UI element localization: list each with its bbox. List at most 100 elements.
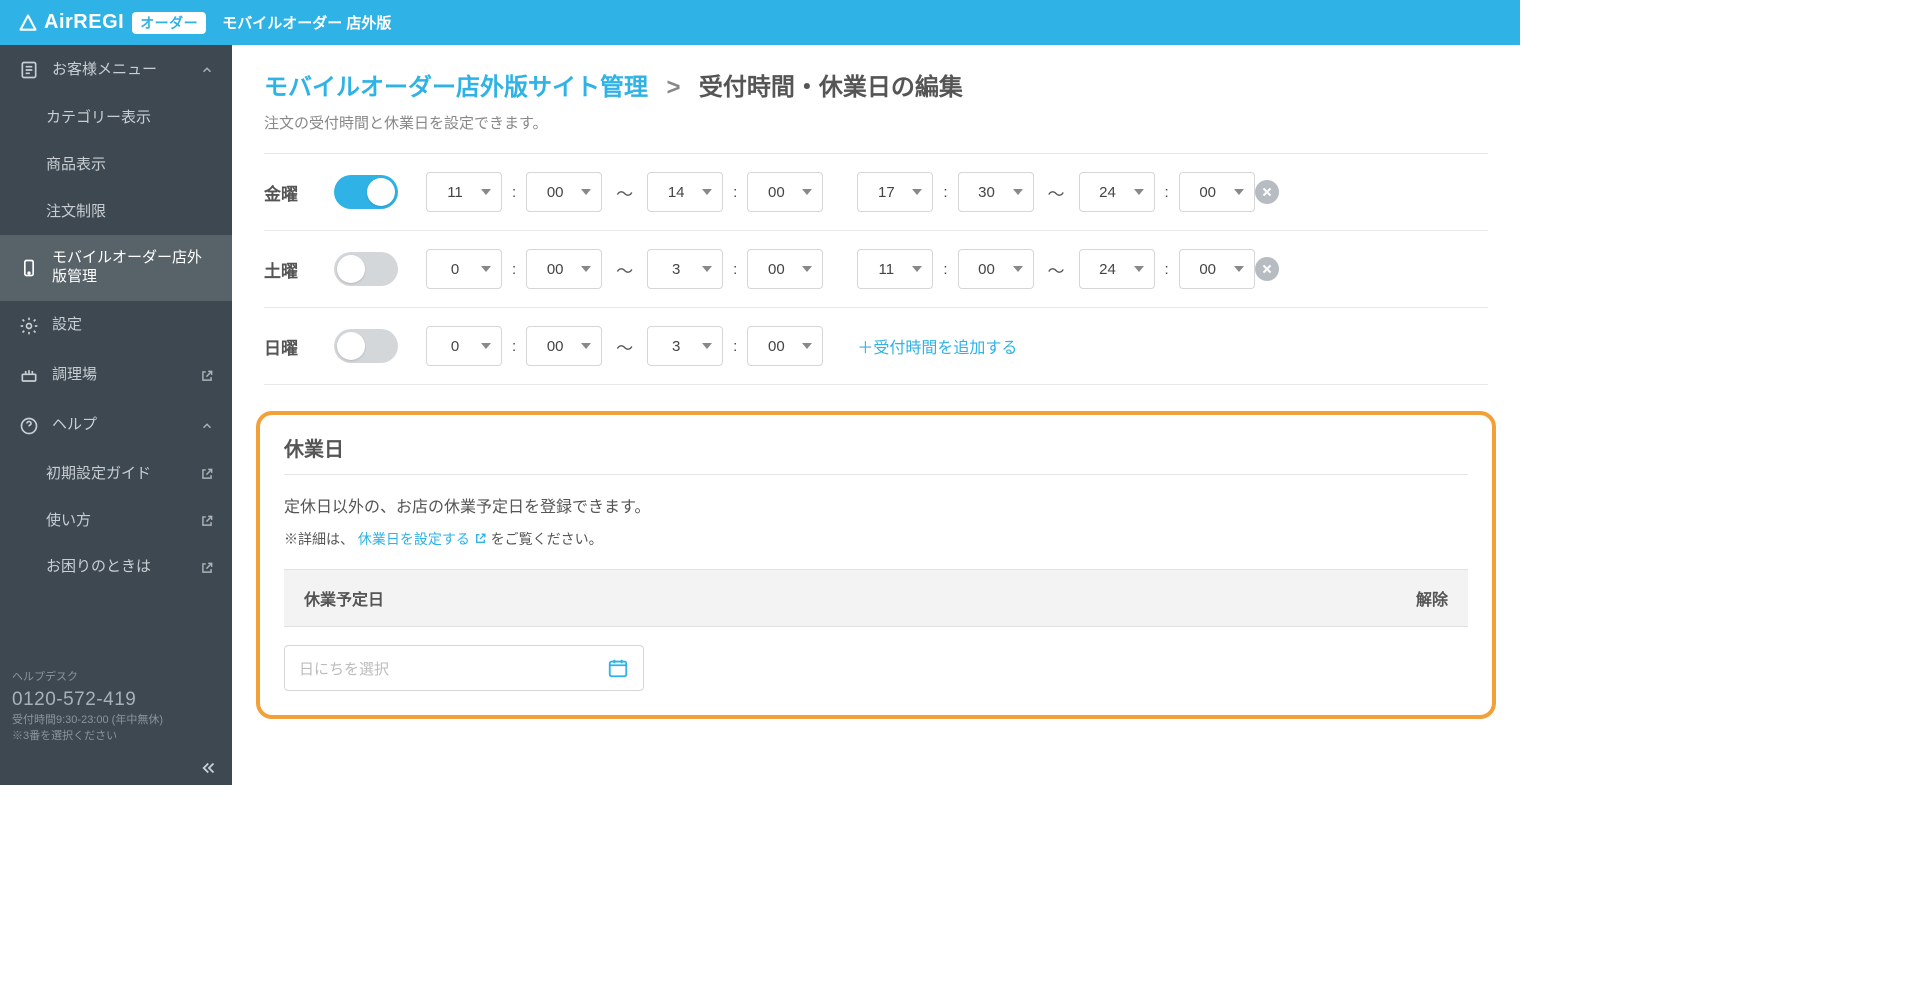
time-select[interactable]: 30 xyxy=(958,172,1034,212)
time-select[interactable]: 24 xyxy=(1079,249,1155,289)
time-group: 0:00〜3:00 11:00〜24:00 xyxy=(426,249,1279,289)
time-select[interactable]: 00 xyxy=(526,249,602,289)
help-icon xyxy=(18,415,40,437)
chevron-down-icon xyxy=(702,189,712,195)
sidebar-item-setup-guide[interactable]: 初期設定ガイド xyxy=(0,451,232,498)
holiday-date-input[interactable]: 日にちを選択 xyxy=(284,645,644,691)
chevron-down-icon xyxy=(1234,189,1244,195)
toggle-knob xyxy=(337,255,365,283)
holiday-card: 休業日 定休日以外の、お店の休業予定日を登録できます。 ※詳細は、 休業日を設定… xyxy=(256,411,1496,719)
chevron-down-icon xyxy=(802,266,812,272)
time-select[interactable]: 00 xyxy=(1179,249,1255,289)
time-select[interactable]: 00 xyxy=(526,172,602,212)
breadcrumb-leaf: 受付時間・休業日の編集 xyxy=(699,74,963,101)
chevron-down-icon xyxy=(481,343,491,349)
breadcrumb: モバイルオーダー店外版サイト管理 > 受付時間・休業日の編集 注文の受付時間と休… xyxy=(232,45,1520,139)
sidebar-group-customer[interactable]: お客様メニュー xyxy=(0,45,232,95)
helpdesk-tel: 0120-572-419 xyxy=(12,686,220,714)
time-group: 0:00〜3:00 ＋受付時間を追加する xyxy=(426,326,1017,366)
time-select[interactable]: 00 xyxy=(958,249,1034,289)
add-time-link[interactable]: ＋受付時間を追加する xyxy=(857,334,1017,358)
external-link-icon xyxy=(200,561,214,575)
time-select[interactable]: 3 xyxy=(647,249,723,289)
time-select[interactable]: 0 xyxy=(426,249,502,289)
time-select[interactable]: 3 xyxy=(647,326,723,366)
sidebar-item-trouble[interactable]: お困りのときは xyxy=(0,544,232,591)
breadcrumb-sep: > xyxy=(666,74,680,101)
helpdesk-note: ※3番を選択ください xyxy=(12,729,220,745)
day-toggle[interactable] xyxy=(334,175,398,209)
time-select[interactable]: 17 xyxy=(857,172,933,212)
time-select[interactable]: 11 xyxy=(426,172,502,212)
chevron-down-icon xyxy=(1134,266,1144,272)
sidebar-item-order-limit[interactable]: 注文制限 xyxy=(0,189,232,236)
chevron-down-icon xyxy=(802,343,812,349)
time-rows: 金曜 11:00〜14:00 17:30〜24:00 土曜 0:00〜3:00 … xyxy=(232,154,1520,385)
chevron-double-left-icon xyxy=(200,759,218,777)
chevron-down-icon xyxy=(912,189,922,195)
time-select[interactable]: 11 xyxy=(857,249,933,289)
helpdesk-label: ヘルプデスク xyxy=(12,670,220,686)
remove-time-button[interactable] xyxy=(1255,180,1279,204)
chevron-up-icon xyxy=(200,419,214,433)
chevron-down-icon xyxy=(581,189,591,195)
time-select[interactable]: 00 xyxy=(747,249,823,289)
remove-time-button[interactable] xyxy=(1255,257,1279,281)
time-select[interactable]: 00 xyxy=(1179,172,1255,212)
brand-text: AirREGI xyxy=(44,11,124,34)
helpdesk-hours: 受付時間9:30-23:00 (年中無休) xyxy=(12,713,220,729)
chevron-down-icon xyxy=(802,189,812,195)
sidebar-group-help[interactable]: ヘルプ xyxy=(0,401,232,451)
sidebar-item-howto[interactable]: 使い方 xyxy=(0,498,232,545)
day-label: 土曜 xyxy=(264,257,334,282)
menu-icon xyxy=(18,59,40,81)
calendar-icon xyxy=(607,657,629,679)
holiday-date-placeholder: 日にちを選択 xyxy=(299,658,607,679)
external-link-icon xyxy=(200,467,214,481)
external-link-icon xyxy=(474,532,487,545)
day-toggle[interactable] xyxy=(334,329,398,363)
gear-icon xyxy=(18,315,40,337)
toggle-knob xyxy=(367,178,395,206)
chevron-down-icon xyxy=(581,343,591,349)
sidebar-item-settings[interactable]: 設定 xyxy=(0,301,232,351)
breadcrumb-root[interactable]: モバイルオーダー店外版サイト管理 xyxy=(264,74,648,101)
chevron-down-icon xyxy=(481,266,491,272)
time-select[interactable]: 00 xyxy=(747,172,823,212)
time-select[interactable]: 00 xyxy=(747,326,823,366)
holiday-note: ※詳細は、 休業日を設定する をご覧ください。 xyxy=(284,529,1468,549)
topbar-subtitle: モバイルオーダー 店外版 xyxy=(222,12,391,33)
chevron-down-icon xyxy=(1013,266,1023,272)
chevron-down-icon xyxy=(1234,266,1244,272)
time-select[interactable]: 24 xyxy=(1079,172,1155,212)
holiday-desc: 定休日以外の、お店の休業予定日を登録できます。 xyxy=(284,493,1468,517)
sidebar-item-category[interactable]: カテゴリー表示 xyxy=(0,95,232,142)
brand-triangle-icon xyxy=(18,13,38,33)
sidebar-item-kitchen[interactable]: 調理場 xyxy=(0,351,232,401)
time-row: 日曜 0:00〜3:00 ＋受付時間を追加する xyxy=(264,308,1488,385)
holiday-note-link[interactable]: 休業日を設定する xyxy=(358,531,487,547)
chevron-down-icon xyxy=(1134,189,1144,195)
sidebar-collapse-button[interactable] xyxy=(0,751,232,785)
chevron-down-icon xyxy=(481,189,491,195)
breadcrumb-desc: 注文の受付時間と休業日を設定できます。 xyxy=(264,112,1488,133)
chevron-down-icon xyxy=(1013,189,1023,195)
brand-logo: AirREGI オーダー xyxy=(18,11,206,34)
kitchen-icon xyxy=(18,365,40,387)
chevron-up-icon xyxy=(200,63,214,77)
day-label: 日曜 xyxy=(264,334,334,359)
sidebar-item-product[interactable]: 商品表示 xyxy=(0,142,232,189)
time-select[interactable]: 00 xyxy=(526,326,602,366)
time-select[interactable]: 14 xyxy=(647,172,723,212)
holiday-col-remove: 解除 xyxy=(1416,586,1448,610)
day-toggle[interactable] xyxy=(334,252,398,286)
toggle-knob xyxy=(337,332,365,360)
time-select[interactable]: 0 xyxy=(426,326,502,366)
chevron-down-icon xyxy=(581,266,591,272)
day-label: 金曜 xyxy=(264,180,334,205)
sidebar-item-mo-manage[interactable]: モバイルオーダー店外版管理 xyxy=(0,235,232,301)
holiday-title: 休業日 xyxy=(284,433,1468,475)
time-row: 土曜 0:00〜3:00 11:00〜24:00 xyxy=(264,231,1488,308)
brand-badge: オーダー xyxy=(132,12,206,34)
holiday-table-head: 休業予定日 解除 xyxy=(284,569,1468,627)
